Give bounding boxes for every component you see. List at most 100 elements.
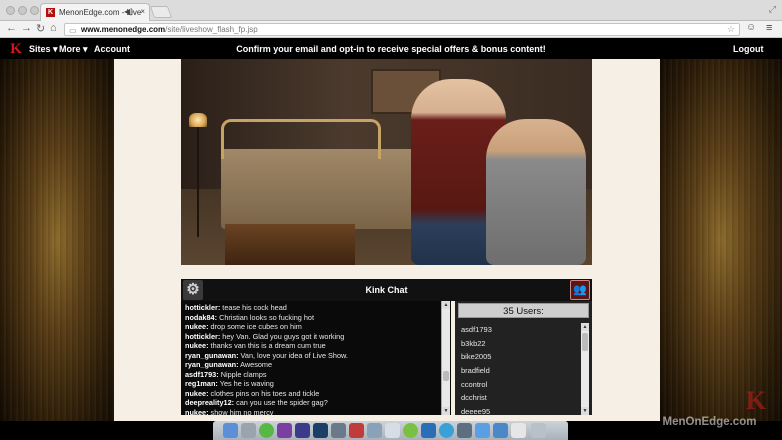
extension-icon[interactable]: ☺ — [746, 22, 756, 33]
hamburger-menu-icon[interactable]: ≡ — [766, 22, 772, 34]
chat-message: ryan_gunawan: Awesome — [185, 360, 447, 370]
address-bar[interactable]: ▭ www.menonedge.com/site/liveshow_flash_… — [64, 23, 740, 36]
chat-message: deepreality12: can you use the spider ga… — [185, 398, 447, 408]
calendar-icon[interactable] — [349, 423, 364, 438]
chat-message-username[interactable]: nukee: — [185, 408, 209, 416]
users-scrollbar[interactable]: ▲ ▼ — [581, 323, 589, 415]
trash-icon[interactable] — [531, 423, 546, 438]
chat-message-text: Awesome — [238, 360, 273, 369]
watermark-text: MenOnEdge.com — [662, 416, 757, 428]
chat-message-text: show him no mercy — [208, 407, 274, 416]
scroll-up-arrow-icon[interactable]: ▲ — [581, 323, 589, 331]
chat-message-username[interactable]: nukee: — [185, 322, 209, 331]
url-path: /site/liveshow_flash_fp.jsp — [165, 25, 258, 34]
chat-message-username[interactable]: ryan_gunawan: — [185, 360, 239, 369]
chat-message-text: Yes he is waving — [217, 379, 274, 388]
macos-dock — [213, 421, 568, 440]
window-minimize-button[interactable] — [18, 6, 27, 15]
gear-icon[interactable]: ⚙ — [183, 280, 203, 300]
video-scene-bedframe — [221, 119, 381, 159]
scroll-thumb[interactable] — [443, 371, 449, 381]
chat-message-text: drop some ice cubes on him — [208, 322, 302, 331]
chat-message: nukee: thanks van this is a dream cum tr… — [185, 341, 447, 351]
app-icon[interactable] — [403, 423, 418, 438]
browser-tab-active[interactable]: K MenonEdge.com - Live ◀) × — [40, 3, 150, 21]
user-list-item[interactable]: b3kb22 — [461, 337, 581, 351]
chat-message-username[interactable]: asdf1793: — [185, 370, 219, 379]
video-scene-lamp-pole — [197, 127, 199, 237]
users-count: 35 Users: — [458, 303, 589, 318]
app-icon[interactable] — [277, 423, 292, 438]
chat-message-text: can you use the spider gag? — [234, 398, 328, 407]
tab-audio-icon[interactable]: ◀) — [124, 7, 133, 16]
user-list-item[interactable]: deeee95 — [461, 405, 581, 415]
user-list-item[interactable]: bike2005 — [461, 350, 581, 364]
scroll-down-arrow-icon[interactable]: ▼ — [442, 407, 450, 415]
chat-message-text: hey Van. Glad you guys got it working — [220, 331, 345, 341]
home-icon[interactable]: ⌂ — [50, 22, 57, 34]
reload-icon[interactable]: ↻ — [36, 22, 45, 35]
folder-icon[interactable] — [475, 423, 490, 438]
chat-message: ryan_gunawan: Van, love your idea of Liv… — [185, 351, 447, 361]
star-icon[interactable]: ☆ — [727, 24, 735, 35]
promo-banner-text[interactable]: Confirm your email and opt-in to receive… — [0, 44, 782, 54]
page-icon: ▭ — [69, 26, 77, 35]
chat-message: hottickler: hey Van. Glad you guys got i… — [185, 332, 447, 342]
wood-background-left — [0, 59, 114, 421]
launchpad-icon[interactable] — [241, 423, 256, 438]
scroll-down-arrow-icon[interactable]: ▼ — [581, 407, 589, 415]
users-list[interactable]: asdf1793 b3kb22 bike2005 bradfield ccontrol d… — [458, 323, 581, 415]
finder-icon[interactable] — [223, 423, 238, 438]
url-host: www.menonedge.com — [81, 25, 166, 34]
scroll-up-arrow-icon[interactable]: ▲ — [442, 301, 450, 309]
video-scene-person-right — [486, 119, 586, 265]
browser-tab-bar: K MenonEdge.com - Live ◀) × ⤢ — [0, 0, 782, 21]
app-icon[interactable] — [457, 423, 472, 438]
app-icon[interactable] — [331, 423, 346, 438]
document-icon[interactable] — [511, 423, 526, 438]
scroll-thumb[interactable] — [582, 333, 588, 351]
chat-message: reg1man: Yes he is waving — [185, 379, 447, 389]
site-nav-bar: K Sites ▾ More ▾ Account Confirm your em… — [0, 39, 782, 59]
chat-message-log[interactable]: hottickler: tease his cock head nodak84: … — [181, 301, 451, 415]
fullscreen-icon[interactable]: ⤢ — [769, 4, 776, 15]
app-icon[interactable] — [385, 423, 400, 438]
user-list-item[interactable]: bradfield — [461, 364, 581, 378]
app-icon[interactable] — [295, 423, 310, 438]
chat-message-username[interactable]: hottickler: — [185, 332, 220, 341]
live-video-player[interactable] — [181, 59, 592, 265]
nav-logout-link[interactable]: Logout — [733, 44, 764, 54]
video-scene-chest — [225, 224, 355, 265]
user-list-item[interactable]: dcchrist — [461, 391, 581, 405]
chat-message-username[interactable]: nukee: — [185, 389, 209, 398]
chat-message-username[interactable]: nodak84: — [185, 313, 217, 322]
new-tab-button[interactable] — [149, 6, 173, 18]
video-scene-bed — [221, 149, 441, 229]
user-list-item[interactable]: ccontrol — [461, 378, 581, 392]
chat-message-text: Van, love your idea of Live Show. — [238, 350, 348, 360]
app-icon[interactable] — [313, 423, 328, 438]
chat-message-username[interactable]: reg1man: — [185, 379, 218, 388]
app-icon[interactable] — [439, 423, 454, 438]
users-icon[interactable]: 👥 — [570, 280, 590, 300]
tab-close-icon[interactable]: × — [140, 7, 145, 16]
app-icon[interactable] — [367, 423, 382, 438]
chat-message-username[interactable]: nukee: — [185, 341, 209, 350]
browser-icon[interactable] — [259, 423, 274, 438]
chat-scrollbar[interactable]: ▲ ▼ — [441, 301, 450, 415]
chat-message-username[interactable]: deepreality12: — [185, 398, 234, 407]
window-zoom-button[interactable] — [30, 6, 39, 15]
chat-message: nukee: drop some ice cubes on him — [185, 322, 447, 332]
folder-icon[interactable] — [493, 423, 508, 438]
forward-arrow-icon[interactable]: → — [21, 22, 32, 34]
chat-message-username[interactable]: ryan_gunawan: — [185, 351, 239, 360]
site-favicon-icon: K — [46, 8, 55, 17]
window-close-button[interactable] — [6, 6, 15, 15]
users-panel: 35 Users: asdf1793 b3kb22 bike2005 bradfiel… — [455, 301, 592, 415]
chat-message-username[interactable]: hottickler: — [185, 303, 220, 312]
back-arrow-icon[interactable]: ← — [6, 22, 17, 34]
app-icon[interactable] — [421, 423, 436, 438]
chat-message: nodak84: Christian looks so fucking hot — [185, 313, 447, 323]
user-list-item[interactable]: asdf1793 — [461, 323, 581, 337]
wood-background-right — [660, 59, 782, 421]
